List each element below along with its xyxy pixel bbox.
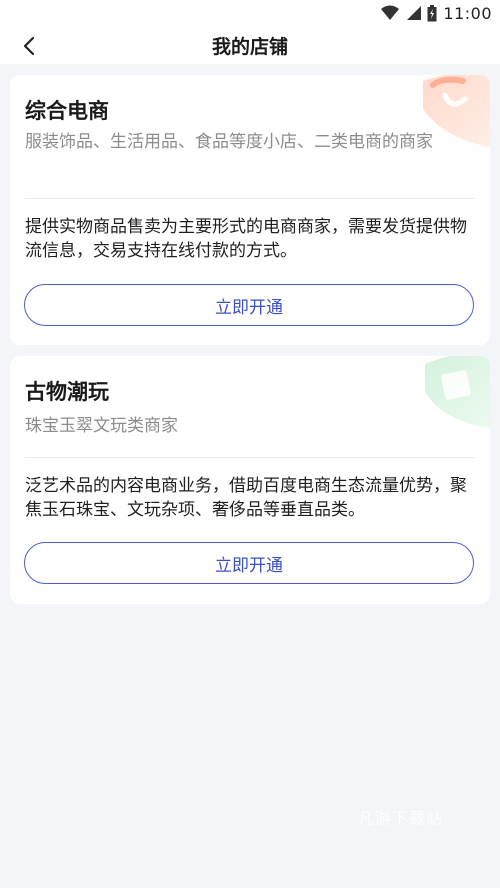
store-description: 泛艺术品的内容电商业务，借助百度电商生态流量优势，聚焦玉石珠宝、文玩杂项、奢侈品… (25, 476, 467, 520)
divider (25, 198, 475, 199)
open-now-button[interactable]: 立即开通 (24, 542, 474, 584)
store-title: 综合电商 (25, 99, 109, 123)
store-subtitle: 珠宝玉翠文玩类商家 (25, 416, 178, 436)
page-title: 我的店铺 (211, 36, 288, 58)
watermark: 凡游下载站 (358, 809, 444, 828)
signal-icon (407, 6, 422, 20)
store-card-antiques-collectibles: 古物潮玩 珠宝玉翠文玩类商家 泛艺术品的内容电商业务，借助百度电商生态流量优势，… (10, 356, 490, 604)
divider (25, 457, 475, 458)
store-subtitle: 服装饰品、生活用品、食品等度小店、二类电商的商家 (25, 132, 433, 152)
open-now-button[interactable]: 立即开通 (24, 284, 474, 326)
store-card-general-ecommerce: 综合电商 服装饰品、生活用品、食品等度小店、二类电商的商家 提供实物商品售卖为主… (10, 75, 490, 345)
store-description: 提供实物商品售卖为主要形式的电商商家，需要发货提供物流信息，交易支持在线付款的方… (25, 217, 467, 261)
status-bar: 11:00 (0, 0, 500, 26)
nav-bar: 我的店铺 (0, 26, 500, 64)
battery-icon (427, 4, 437, 21)
status-time: 11:00 (443, 3, 492, 23)
wifi-icon (381, 5, 400, 20)
status-icons: 11:00 (381, 3, 492, 23)
store-title: 古物潮玩 (25, 380, 109, 404)
